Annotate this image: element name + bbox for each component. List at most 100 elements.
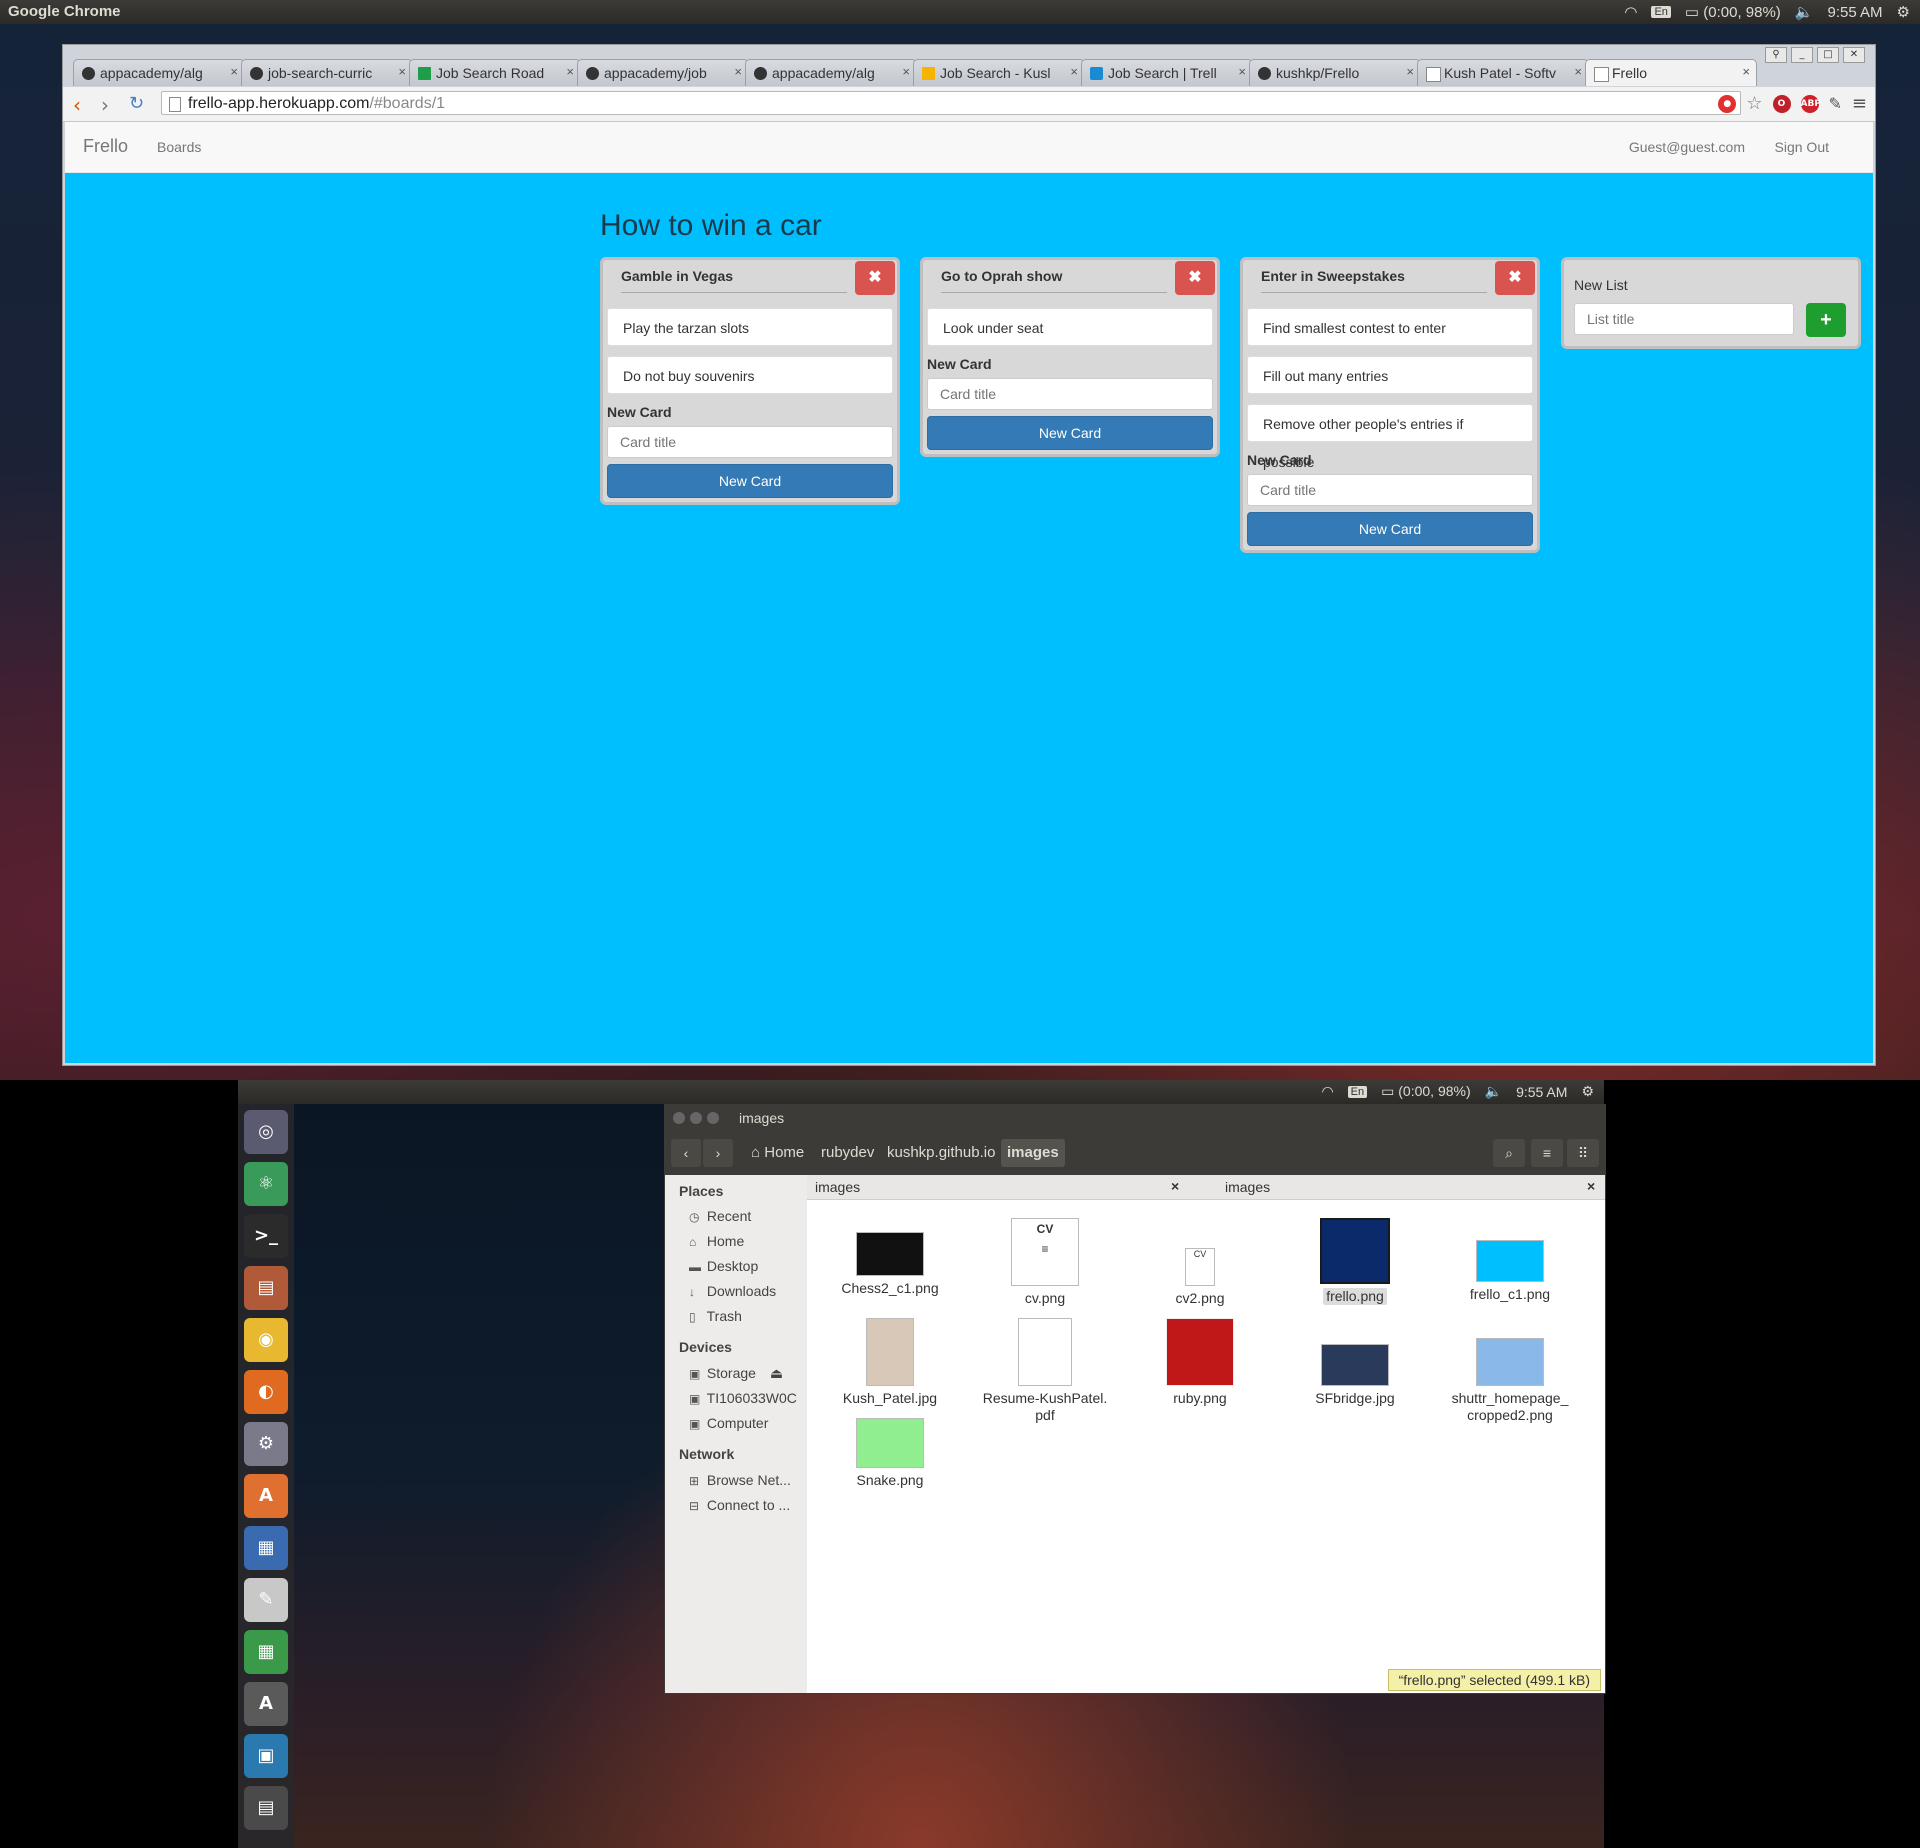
opera-extension-icon[interactable]: O — [1772, 94, 1791, 113]
new-card-button[interactable]: New Card — [1247, 512, 1533, 546]
software-center-icon[interactable]: A — [244, 1474, 288, 1518]
stop-extension-icon[interactable]: ● — [1718, 94, 1737, 113]
menu-icon[interactable]: ≡ — [1852, 93, 1867, 114]
tab-close-icon[interactable]: × — [398, 64, 406, 79]
browser-tab[interactable]: kushkp/Frello × — [1249, 59, 1421, 86]
card[interactable]: Fill out many entries — [1247, 356, 1533, 394]
file-item[interactable]: Chess2_c1.png — [815, 1218, 965, 1297]
delete-list-button[interactable]: ✖ — [1175, 261, 1215, 295]
breadcrumb-item[interactable]: rubydev — [815, 1139, 880, 1167]
new-card-button[interactable]: New Card — [927, 416, 1213, 450]
card[interactable]: Remove other people's entries if possibl… — [1247, 404, 1533, 470]
file-item[interactable]: CV ≡ cv.png — [970, 1218, 1120, 1307]
nav-sign-out-link[interactable]: Sign Out — [1775, 139, 1829, 155]
brand-link[interactable]: Frello — [83, 136, 128, 157]
card-title-input[interactable] — [927, 378, 1213, 410]
firefox-icon[interactable]: ◐ — [244, 1370, 288, 1414]
image-viewer-icon[interactable]: ▣ — [244, 1734, 288, 1778]
address-bar[interactable]: frello-app.herokuapp.com/#boards/1 — [161, 91, 1741, 115]
settings-gear-icon[interactable]: ⚙ — [1897, 3, 1910, 21]
minimize-icon[interactable]: _ — [1791, 47, 1813, 63]
new-card-button[interactable]: New Card — [607, 464, 893, 498]
sidebar-item-recent[interactable]: ◷ Recent — [689, 1208, 751, 1224]
eyedropper-icon[interactable]: ✎ — [1829, 94, 1842, 113]
file-item[interactable]: Kush_Patel.jpg — [815, 1318, 965, 1407]
list-view-icon[interactable]: ≡ — [1531, 1139, 1563, 1167]
file-item[interactable]: shuttr_homepage_ cropped2.png — [1435, 1318, 1585, 1424]
bookmark-star-icon[interactable]: ☆ — [1746, 93, 1762, 114]
browser-tab[interactable]: appacademy/alg × — [73, 59, 245, 86]
sidebar-item-storage[interactable]: ▣ Storage ⏏ — [689, 1365, 783, 1382]
keyboard-layout-indicator[interactable]: En — [1347, 1085, 1368, 1098]
clock[interactable]: 9:55 AM — [1828, 4, 1883, 21]
chrome-icon[interactable]: ◉ — [244, 1318, 288, 1362]
nav-user-email[interactable]: Guest@guest.com — [1629, 139, 1745, 155]
tab-close-icon[interactable]: × — [1574, 64, 1582, 79]
sidebar-item-connect-server[interactable]: ⊟ Connect to ... — [689, 1497, 790, 1513]
browser-tab[interactable]: Job Search | Trell × — [1081, 59, 1253, 86]
sidebar-item-browse-network[interactable]: ⊞ Browse Net... — [689, 1472, 791, 1488]
eject-icon[interactable]: ⏏ — [770, 1365, 783, 1381]
tab-close-icon[interactable]: × — [1587, 1178, 1595, 1194]
update-manager-icon[interactable]: A — [244, 1682, 288, 1726]
tab-close-icon[interactable]: × — [734, 64, 742, 79]
sidebar-item-trash[interactable]: ▯ Trash — [689, 1308, 742, 1324]
delete-list-button[interactable]: ✖ — [855, 261, 895, 295]
clock[interactable]: 9:55 AM — [1516, 1084, 1567, 1100]
breadcrumb-item[interactable]: kushkp.github.io — [881, 1139, 1001, 1167]
add-list-button[interactable]: + — [1806, 303, 1846, 337]
volume-icon[interactable]: 🔈 — [1795, 3, 1814, 21]
file-item[interactable]: frello_c1.png — [1435, 1218, 1585, 1303]
sidebar-item-computer[interactable]: ▣ Computer — [689, 1415, 768, 1431]
back-icon[interactable]: ‹ — [671, 1139, 701, 1167]
file-tab[interactable]: images — [815, 1179, 860, 1195]
card[interactable]: Look under seat — [927, 308, 1213, 346]
browser-tab[interactable]: appacademy/alg × — [745, 59, 917, 86]
back-icon[interactable]: ‹ — [73, 93, 81, 117]
minimize-icon[interactable] — [690, 1112, 702, 1124]
card-title-input[interactable] — [607, 426, 893, 458]
nav-boards-link[interactable]: Boards — [157, 139, 201, 155]
card[interactable]: Play the tarzan slots — [607, 308, 893, 346]
file-item[interactable]: Snake.png — [815, 1418, 965, 1489]
workspace-switcher-icon[interactable]: ▤ — [244, 1786, 288, 1830]
browser-tab[interactable]: appacademy/job × — [577, 59, 749, 86]
system-settings-icon[interactable]: ⚙ — [244, 1422, 288, 1466]
delete-list-button[interactable]: ✖ — [1495, 261, 1535, 295]
file-item-selected[interactable]: frello.png — [1280, 1218, 1430, 1305]
volume-icon[interactable]: 🔈 — [1485, 1083, 1502, 1100]
atom-editor-icon[interactable]: ⚛ — [244, 1162, 288, 1206]
sidebar-item-home[interactable]: ⌂ Home — [689, 1233, 744, 1249]
breadcrumb-home[interactable]: ⌂ Home — [745, 1139, 810, 1167]
wifi-icon[interactable]: ◠ — [1321, 1083, 1333, 1100]
browser-tab[interactable]: Job Search Road × — [409, 59, 581, 86]
settings-gear-icon[interactable]: ⚙ — [1581, 1083, 1594, 1100]
writer-icon[interactable]: ▦ — [244, 1526, 288, 1570]
battery-indicator[interactable]: ▭ (0:00, 98%) — [1381, 1083, 1471, 1100]
maximize-icon[interactable]: □ — [1817, 47, 1839, 63]
wifi-icon[interactable]: ◠ — [1624, 3, 1637, 21]
text-editor-icon[interactable]: ✎ — [244, 1578, 288, 1622]
reload-icon[interactable]: ↻ — [129, 93, 144, 114]
adblock-icon[interactable]: ABP — [1800, 94, 1821, 113]
grid-view-icon[interactable]: ⠿ — [1567, 1139, 1599, 1167]
file-item[interactable]: CV cv2.png — [1125, 1218, 1275, 1307]
card[interactable]: Find smallest contest to enter — [1247, 308, 1533, 346]
file-item[interactable]: ruby.png — [1125, 1318, 1275, 1407]
tab-close-icon[interactable]: × — [1406, 64, 1414, 79]
search-icon[interactable]: ⌕ — [1493, 1139, 1525, 1167]
breadcrumb-current[interactable]: images — [1001, 1139, 1065, 1167]
list-title-input[interactable] — [1574, 303, 1794, 335]
tab-close-icon[interactable]: × — [1238, 64, 1246, 79]
file-item[interactable]: SFbridge.jpg — [1280, 1318, 1430, 1407]
card[interactable]: Do not buy souvenirs — [607, 356, 893, 394]
calc-icon[interactable]: ▦ — [244, 1630, 288, 1674]
browser-tab-active[interactable]: Frello × — [1585, 59, 1757, 86]
browser-tab[interactable]: Job Search - Kusl × — [913, 59, 1085, 86]
file-item[interactable]: Resume-KushPatel. pdf — [970, 1318, 1120, 1424]
terminal-icon[interactable]: >_ — [244, 1214, 288, 1258]
forward-icon[interactable]: › — [101, 93, 109, 117]
tab-close-icon[interactable]: × — [230, 64, 238, 79]
sidebar-item-downloads[interactable]: ↓ Downloads — [689, 1283, 776, 1299]
file-tab-active[interactable]: images — [1225, 1179, 1270, 1195]
